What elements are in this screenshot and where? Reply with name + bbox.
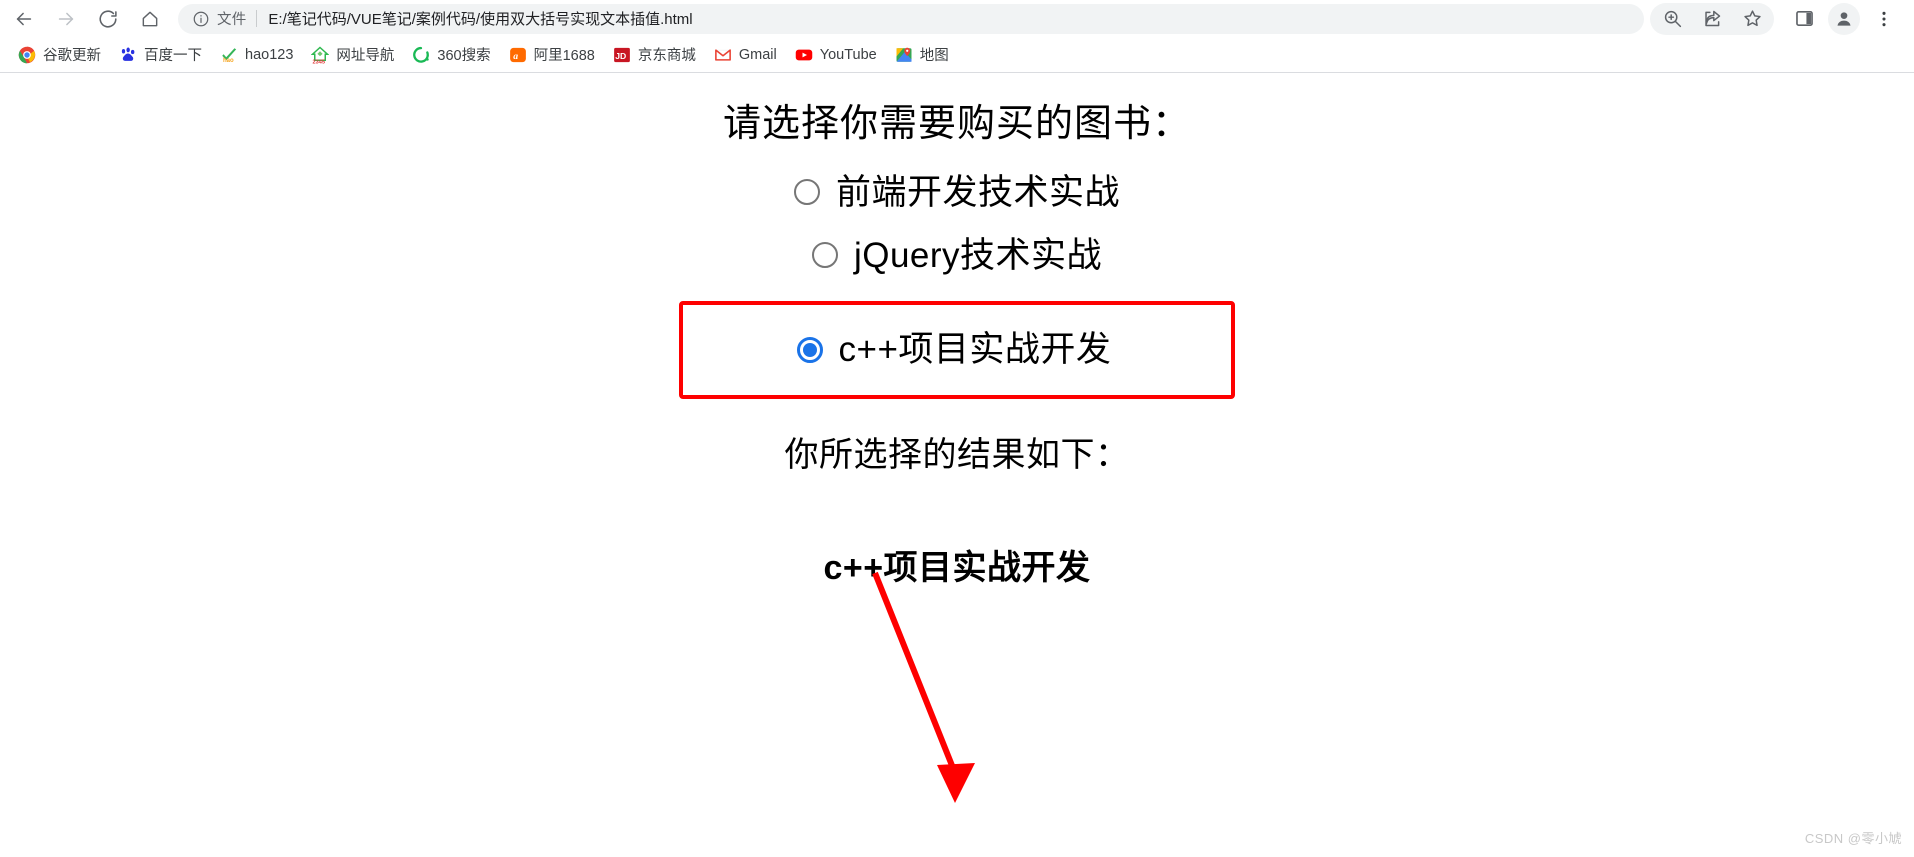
- radio-label: jQuery技术实战: [853, 235, 1103, 275]
- bookmark-label: 360搜索: [437, 48, 491, 64]
- info-circle-icon[interactable]: [192, 10, 210, 28]
- bookmark-star-icon[interactable]: [1732, 2, 1772, 36]
- bookmarks-bar: 谷歌更新 百度一下 hao hao123 2345 网址导航 360搜索 a 阿…: [0, 37, 1914, 73]
- radio-button[interactable]: [811, 242, 838, 268]
- watermark: CSDN @零小虓: [1804, 831, 1902, 846]
- more-menu-icon[interactable]: [1864, 2, 1904, 36]
- address-bar[interactable]: 文件 E:/笔记代码/VUE笔记/案例代码/使用双大括号实现文本插值.html: [178, 3, 1644, 34]
- book-radio-group: 前端开发技术实战 jQuery技术实战 c++项目实战开发: [0, 175, 1914, 399]
- radio-button-selected[interactable]: [796, 336, 823, 363]
- profile-avatar-icon[interactable]: [1828, 2, 1860, 35]
- jd-icon: JD: [613, 46, 631, 64]
- bookmark-label: 阿里1688: [533, 48, 595, 64]
- bookmark-label: 谷歌更新: [43, 48, 101, 64]
- forward-button[interactable]: [46, 2, 86, 36]
- bookmark-gmail[interactable]: Gmail: [706, 41, 785, 69]
- bookmark-alibaba[interactable]: a 阿里1688: [501, 41, 603, 69]
- toolbar-actions: [1650, 2, 1904, 36]
- back-button[interactable]: [4, 2, 44, 36]
- youtube-icon: [795, 46, 813, 64]
- svg-text:2345: 2345: [313, 59, 325, 64]
- bookmark-label: 京东商城: [637, 48, 696, 64]
- url-text[interactable]: E:/笔记代码/VUE笔记/案例代码/使用双大括号实现文本插值.html: [268, 8, 692, 29]
- zoom-in-icon[interactable]: [1652, 2, 1692, 36]
- chrome-icon: [18, 46, 36, 64]
- svg-text:a: a: [513, 51, 518, 62]
- so360-icon: [412, 46, 430, 64]
- svg-text:hao: hao: [223, 57, 234, 63]
- page-content: 请选择你需要购买的图书： 前端开发技术实战 jQuery技术实战 c++项目实战…: [0, 73, 1914, 857]
- bookmark-label: 百度一下: [144, 48, 202, 64]
- 2345-icon: 2345: [310, 45, 330, 65]
- bookmark-label: 网址导航: [336, 48, 395, 64]
- bookmark-2345[interactable]: 2345 网址导航: [303, 41, 402, 69]
- baidu-icon: [119, 46, 137, 64]
- bookmark-hao123[interactable]: hao hao123: [212, 41, 301, 69]
- bookmark-label: YouTube: [819, 46, 877, 63]
- bookmark-label: Gmail: [738, 46, 777, 63]
- share-icon[interactable]: [1692, 2, 1732, 36]
- radio-button[interactable]: [793, 179, 820, 205]
- radio-option-jquery[interactable]: jQuery技术实战: [0, 238, 1914, 273]
- result-value: c++项目实战开发: [823, 548, 1091, 587]
- url-scheme-label: 文件: [217, 12, 247, 28]
- browser-window: 文件 E:/笔记代码/VUE笔记/案例代码/使用双大括号实现文本插值.html: [0, 0, 1914, 857]
- result-heading: 你所选择的结果如下：: [784, 435, 1130, 474]
- page-title: 请选择你需要购买的图书：: [722, 103, 1191, 145]
- home-button[interactable]: [130, 2, 170, 36]
- omnibox-action-group: [1650, 2, 1774, 36]
- svg-text:JD: JD: [615, 51, 626, 61]
- bookmark-label: hao123: [245, 46, 294, 63]
- reload-button[interactable]: [88, 2, 128, 36]
- bookmark-jd[interactable]: JD 京东商城: [605, 41, 704, 69]
- radio-label: 前端开发技术实战: [835, 172, 1120, 212]
- bookmark-360search[interactable]: 360搜索: [404, 41, 498, 69]
- bookmark-youtube[interactable]: YouTube: [787, 41, 885, 69]
- radio-label: c++项目实战开发: [838, 330, 1112, 369]
- browser-toolbar: 文件 E:/笔记代码/VUE笔记/案例代码/使用双大括号实现文本插值.html: [0, 0, 1914, 37]
- navigation-buttons: [4, 2, 170, 36]
- bookmark-label: 地图: [919, 48, 949, 64]
- alibaba-icon: a: [509, 46, 527, 64]
- radio-option-frontend[interactable]: 前端开发技术实战: [0, 175, 1914, 210]
- omnibox-divider: [256, 10, 258, 27]
- maps-icon: [895, 46, 913, 64]
- radio-option-cpp[interactable]: c++项目实战开发: [679, 300, 1235, 399]
- side-panel-icon[interactable]: [1784, 2, 1824, 36]
- bookmark-chrome[interactable]: 谷歌更新: [10, 41, 109, 69]
- bookmark-maps[interactable]: 地图: [887, 41, 957, 69]
- bookmark-baidu[interactable]: 百度一下: [111, 41, 210, 69]
- gmail-icon: [714, 46, 732, 64]
- hao123-icon: hao: [220, 46, 238, 64]
